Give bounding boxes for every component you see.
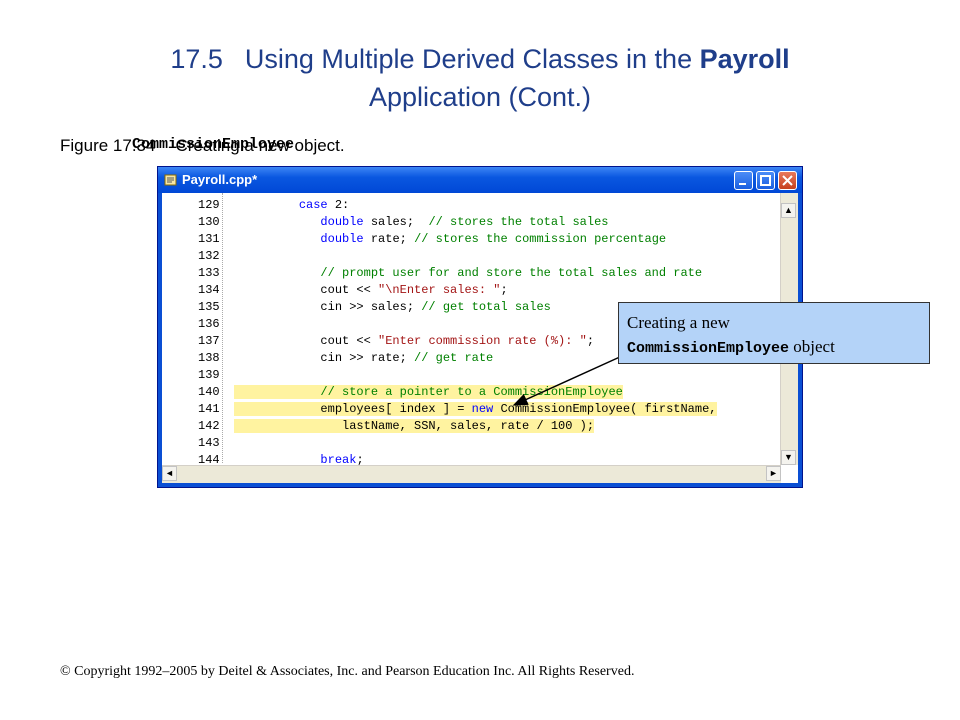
- callout-line2: CommissionEmployee object: [627, 335, 929, 361]
- copyright-notice: © Copyright 1992–2005 by Deitel & Associ…: [60, 664, 635, 679]
- callout-text: object: [789, 337, 835, 356]
- callout-line1: Creating a new: [627, 313, 730, 332]
- callout-box: Creating a new CommissionEmployee object: [618, 302, 930, 364]
- callout-code: CommissionEmployee: [627, 340, 790, 357]
